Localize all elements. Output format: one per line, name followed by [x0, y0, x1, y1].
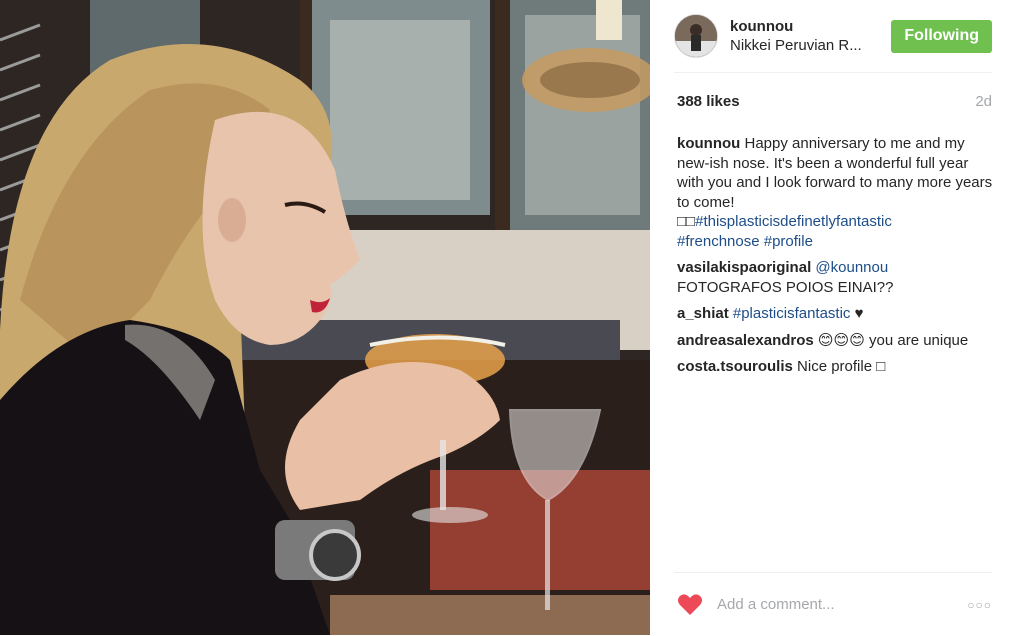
avatar-image	[675, 15, 717, 57]
comment-text: FOTOGRAFOS POIOS EINAI??	[677, 278, 894, 296]
author-info: kounnou Nikkei Peruvian R...	[730, 18, 891, 54]
post-meta: 388 likes 2d	[677, 93, 992, 110]
comment-item: andreasalexandros 😊😊😊 you are unique	[677, 331, 997, 351]
comment-username[interactable]: vasilakispaoriginal	[677, 259, 811, 276]
comment-text: 😊😊😊 you are unique	[817, 331, 969, 349]
author-avatar[interactable]	[674, 14, 718, 58]
caption-username[interactable]: kounnou	[677, 135, 740, 152]
instagram-post: kounnou Nikkei Peruvian R... Following 3…	[0, 0, 1015, 635]
post-side-panel: kounnou Nikkei Peruvian R... Following 3…	[650, 0, 1015, 635]
post-photo[interactable]	[0, 0, 650, 635]
post-timestamp[interactable]: 2d	[975, 93, 992, 110]
caption-hashtag[interactable]: #profile	[764, 233, 813, 250]
post-footer: ○○○	[674, 572, 992, 636]
likes-count[interactable]: 388 likes	[677, 93, 740, 110]
comment-username[interactable]: a_shiat	[677, 305, 729, 322]
comments-list: kounnou Happy anniversary to me and my n…	[677, 134, 997, 384]
comment-username[interactable]: costa.tsouroulis	[677, 358, 793, 375]
comment-text: ♥	[854, 305, 864, 322]
more-options-icon[interactable]: ○○○	[967, 598, 992, 612]
caption-hashtag[interactable]: #thisplasticisdefinetlyfantastic	[695, 213, 892, 230]
author-username[interactable]: kounnou	[730, 18, 891, 35]
caption: kounnou Happy anniversary to me and my n…	[677, 134, 997, 251]
comment-text: Nice profile □	[797, 358, 886, 375]
post-location[interactable]: Nikkei Peruvian R...	[730, 37, 880, 54]
comment-username[interactable]: andreasalexandros	[677, 332, 814, 349]
photo-illustration	[0, 0, 650, 635]
add-comment-input[interactable]	[715, 595, 949, 614]
comment-item: costa.tsouroulis Nice profile □	[677, 357, 997, 377]
comment-item: a_shiat #plasticisfantastic ♥	[677, 304, 997, 324]
caption-hashtag[interactable]: #frenchnose	[677, 233, 760, 250]
following-button[interactable]: Following	[891, 19, 992, 53]
heart-icon[interactable]	[677, 593, 703, 617]
comment-hashtag[interactable]: #plasticisfantastic	[733, 305, 851, 322]
post-header: kounnou Nikkei Peruvian R... Following	[674, 0, 992, 73]
comment-item: vasilakispaoriginal @kounnou FOTOGRAFOS …	[677, 258, 997, 297]
comment-mention[interactable]: @kounnou	[815, 259, 888, 276]
caption-glyphs: □□	[677, 213, 696, 230]
